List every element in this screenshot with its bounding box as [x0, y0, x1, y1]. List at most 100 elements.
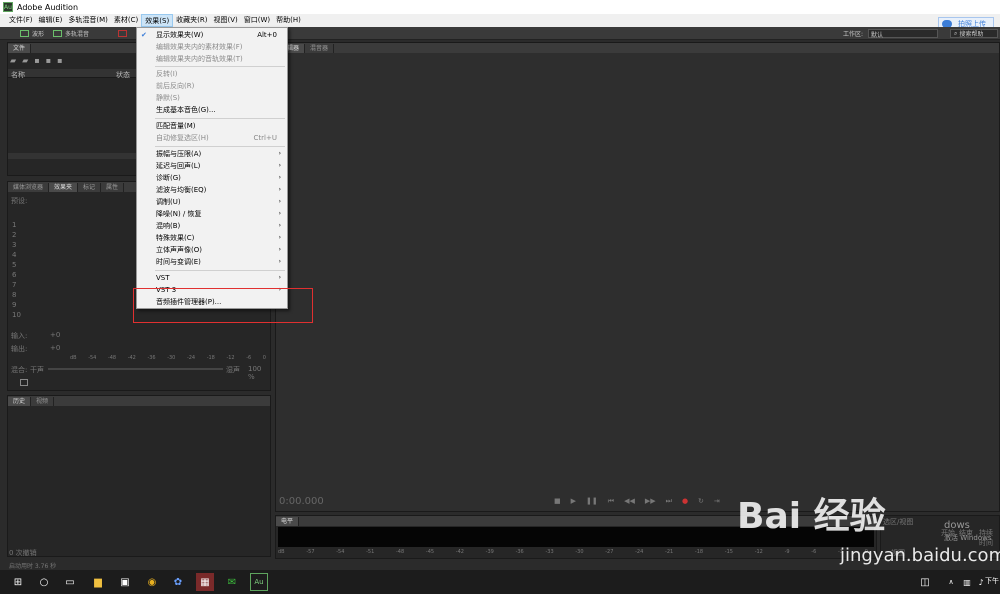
effect-slot[interactable]: 6: [12, 271, 16, 279]
menu-item-generate-tone[interactable]: 生成基本音色(G)...: [137, 104, 287, 116]
tab-properties[interactable]: 属性: [101, 183, 125, 192]
chevron-right-icon: ›: [278, 222, 281, 229]
app-icon[interactable]: ▦: [196, 573, 214, 591]
go-start-icon[interactable]: ⏮: [608, 497, 614, 506]
chevron-right-icon: ›: [278, 246, 281, 253]
menu-item-delay-echo[interactable]: 延迟与回声(L) ›: [137, 160, 287, 172]
effects-menu: ✔ 显示效果夹(W) Alt+0 编辑效果夹内的素材效果(F) 编辑效果夹内的音…: [136, 27, 288, 309]
tab-files[interactable]: 文件: [8, 44, 32, 53]
mix-slider[interactable]: [48, 368, 223, 370]
tray-icon[interactable]: ◫: [916, 573, 934, 591]
menu-clip[interactable]: 素材(C): [111, 14, 141, 27]
col-status-header[interactable]: 状态: [116, 70, 130, 80]
list-view-icon[interactable]: [20, 379, 28, 386]
menu-edit[interactable]: 编辑(E): [36, 14, 66, 27]
effect-slot[interactable]: 8: [12, 291, 16, 299]
open-folder-icon[interactable]: ▰: [10, 56, 22, 65]
tab-history[interactable]: 历史: [8, 397, 32, 406]
effect-slot[interactable]: 5: [12, 261, 16, 269]
start-button[interactable]: ⊞: [9, 573, 27, 591]
menu-item-modulation[interactable]: 调制(U) ›: [137, 196, 287, 208]
file-explorer-icon[interactable]: ▆: [89, 573, 107, 591]
chevron-right-icon: ›: [278, 274, 281, 281]
selection-view-tab[interactable]: 选区/视图: [883, 517, 913, 527]
waveform-view-button[interactable]: 波形: [20, 29, 44, 38]
menu-item-show-effects-rack[interactable]: ✔ 显示效果夹(W) Alt+0: [137, 29, 287, 41]
chevron-right-icon: ›: [278, 234, 281, 241]
menu-item-noise-reduction[interactable]: 降噪(N) / 恢复 ›: [137, 208, 287, 220]
record-icon[interactable]: ●: [682, 497, 688, 506]
menu-item-silence[interactable]: 静默(S): [137, 92, 287, 104]
output-gain[interactable]: +0: [50, 344, 60, 352]
clock[interactable]: 下午: [985, 576, 999, 586]
menu-item-amplitude[interactable]: 振幅与压限(A) ›: [137, 148, 287, 160]
menu-item-reverse[interactable]: 前后反向(R): [137, 80, 287, 92]
menu-item-diagnostics[interactable]: 诊断(G) ›: [137, 172, 287, 184]
menu-item-reverb[interactable]: 混响(B) ›: [137, 220, 287, 232]
menu-multitrack[interactable]: 多轨混音(M): [65, 14, 111, 27]
import-icon[interactable]: ▰: [22, 56, 34, 65]
stop-icon[interactable]: ■: [554, 497, 561, 506]
effect-slot[interactable]: 10: [12, 311, 21, 319]
effect-slot[interactable]: 1: [12, 221, 16, 229]
multitrack-view-button[interactable]: 多轨混音: [53, 29, 89, 38]
play-icon[interactable]: ▶: [571, 497, 576, 506]
effect-slot[interactable]: 2: [12, 231, 16, 239]
transport-controls: ■ ▶ ❚❚ ⏮ ◀◀ ▶▶ ⏭ ● ↻ ⇥: [554, 497, 720, 506]
menu-item-edit-clip-effects[interactable]: 编辑效果夹内的素材效果(F): [137, 41, 287, 53]
chevron-right-icon: ›: [278, 150, 281, 157]
menu-item-vst[interactable]: VST ›: [137, 272, 287, 284]
tab-media-browser[interactable]: 媒体浏览器: [8, 183, 50, 192]
menu-item-match-volume[interactable]: 匹配音量(M): [137, 120, 287, 132]
menu-item-special[interactable]: 特殊效果(C) ›: [137, 232, 287, 244]
new-file-icon[interactable]: ▪: [34, 56, 45, 65]
tab-levels[interactable]: 电平: [276, 517, 300, 526]
effect-slot[interactable]: 3: [12, 241, 16, 249]
delete-icon[interactable]: ▪: [57, 56, 68, 65]
skip-icon[interactable]: ⇥: [714, 497, 720, 506]
search-help-input[interactable]: ⌕ 搜索帮助: [950, 29, 998, 38]
search-circle-icon[interactable]: ○: [35, 573, 53, 591]
menu-item-filter-eq[interactable]: 滤波与均衡(EQ) ›: [137, 184, 287, 196]
pause-icon[interactable]: ❚❚: [586, 497, 598, 506]
tab-mixer[interactable]: 混音器: [305, 44, 335, 53]
loop-icon[interactable]: ↻: [698, 497, 704, 506]
files-toolbar: ▰▰▪▪▪: [10, 56, 100, 66]
menu-item-edit-track-effects[interactable]: 编辑效果夹内的音轨效果(T): [137, 53, 287, 65]
record-tool-button[interactable]: [118, 29, 130, 38]
menu-bar: 文件(F) 编辑(E) 多轨混音(M) 素材(C) 效果(S) 收藏夹(R) 视…: [0, 14, 1000, 27]
task-view-icon[interactable]: ▭: [61, 573, 79, 591]
audition-taskbar-icon[interactable]: Au: [250, 573, 268, 591]
wet-percent[interactable]: 100 %: [248, 365, 270, 381]
menu-item-stereo-imagery[interactable]: 立体声声像(O) ›: [137, 244, 287, 256]
rewind-icon[interactable]: ◀◀: [624, 497, 635, 506]
menu-window[interactable]: 窗口(W): [241, 14, 273, 27]
input-gain[interactable]: +0: [50, 331, 60, 339]
menu-item-invert[interactable]: 反转(I): [137, 68, 287, 80]
forward-icon[interactable]: ▶▶: [645, 497, 656, 506]
menu-favorites[interactable]: 收藏夹(R): [173, 14, 210, 27]
workspace-selector[interactable]: 工作区: 默认: [843, 29, 939, 39]
effect-slot[interactable]: 4: [12, 251, 16, 259]
tab-effects-rack[interactable]: 效果夹: [49, 183, 79, 192]
wechat-icon[interactable]: ✉: [223, 573, 241, 591]
highlight-annotation-box: [133, 288, 313, 323]
store-icon[interactable]: ▣: [116, 573, 134, 591]
chrome-icon[interactable]: ◉: [143, 573, 161, 591]
search-icon: ⌕: [954, 29, 958, 37]
menu-view[interactable]: 视图(V): [211, 14, 241, 27]
tab-video[interactable]: 视频: [31, 397, 55, 406]
menu-item-time-pitch[interactable]: 时间与变调(E) ›: [137, 256, 287, 268]
go-end-icon[interactable]: ⏭: [666, 497, 672, 506]
tab-markers[interactable]: 标记: [78, 183, 102, 192]
save-icon[interactable]: ▪: [46, 56, 57, 65]
col-name-header[interactable]: 名称: [11, 70, 25, 80]
menu-file[interactable]: 文件(F): [6, 14, 36, 27]
menu-effects[interactable]: 效果(S): [141, 14, 174, 27]
effect-slot[interactable]: 7: [12, 281, 16, 289]
baidu-netdisk-icon[interactable]: ✿: [169, 573, 187, 591]
effect-slot[interactable]: 9: [12, 301, 16, 309]
menu-help[interactable]: 帮助(H): [273, 14, 304, 27]
window-title: Adobe Audition: [17, 2, 79, 12]
menu-item-auto-heal[interactable]: 自动修复选区(H) Ctrl+U: [137, 132, 287, 144]
